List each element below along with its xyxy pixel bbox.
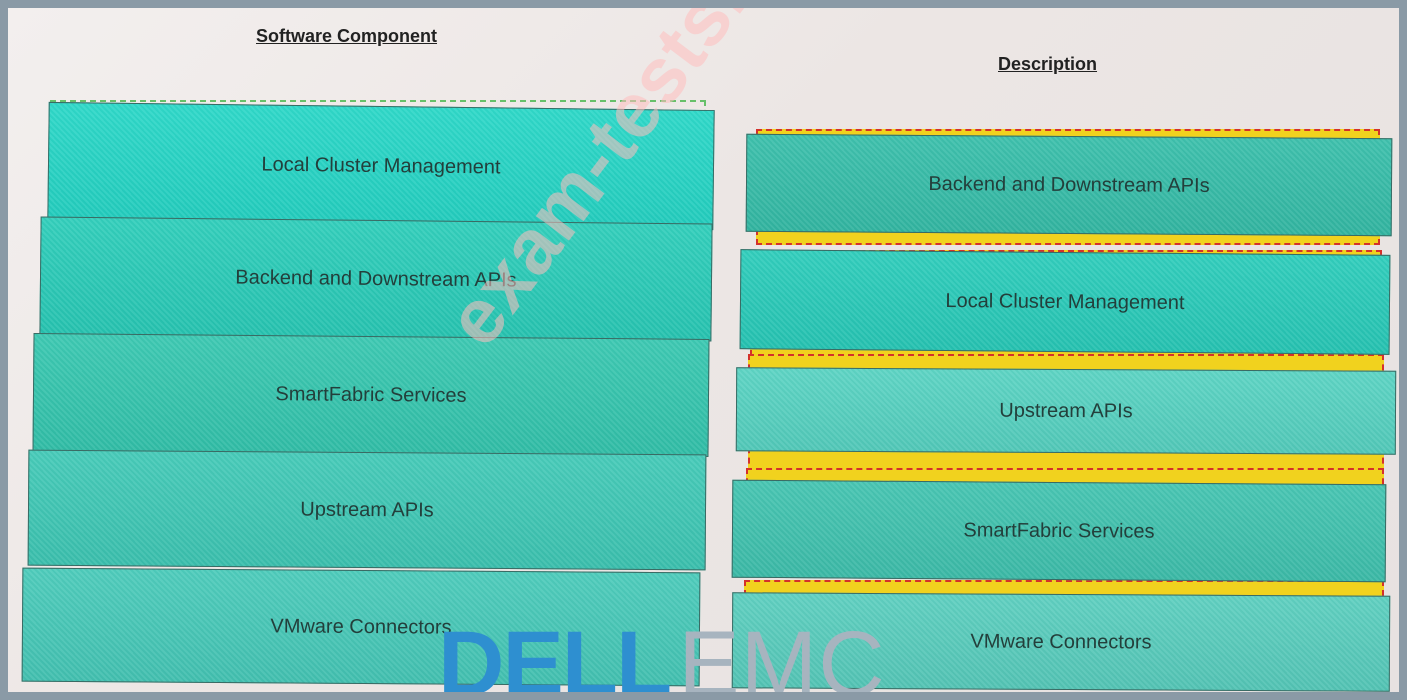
description-tile-local-cluster-management[interactable]: Local Cluster Management (739, 249, 1391, 355)
component-tile-label: Backend and Downstream APIs (235, 266, 517, 291)
description-tile-vmware-connectors[interactable]: VMware Connectors (731, 592, 1391, 692)
component-tile-local-cluster-management[interactable]: Local Cluster Management (47, 101, 715, 231)
component-tile-label: Local Cluster Management (261, 153, 501, 178)
component-tile-label: VMware Connectors (270, 614, 452, 639)
description-tile-backend-downstream-apis[interactable]: Backend and Downstream APIs (745, 133, 1393, 237)
description-tile-label: Upstream APIs (999, 399, 1133, 422)
description-tile-label: Backend and Downstream APIs (928, 172, 1210, 197)
component-tile-label: Upstream APIs (300, 498, 434, 521)
description-tile-label: Local Cluster Management (945, 289, 1185, 314)
software-component-heading: Software Component (256, 26, 438, 46)
component-tile-upstream-apis[interactable]: Upstream APIs (27, 449, 707, 571)
component-tile-smartfabric-services[interactable]: SmartFabric Services (32, 333, 710, 457)
description-tile-label: SmartFabric Services (963, 518, 1155, 543)
description-tile-label: VMware Connectors (970, 630, 1152, 653)
component-tile-backend-downstream-apis[interactable]: Backend and Downstream APIs (39, 216, 713, 342)
description-heading: Description (998, 54, 1098, 74)
description-tile-smartfabric-services[interactable]: SmartFabric Services (731, 479, 1387, 583)
component-tile-vmware-connectors[interactable]: VMware Connectors (21, 567, 701, 687)
drag-drop-question-frame: Software Component Description Local Clu… (0, 0, 1407, 700)
component-tile-label: SmartFabric Services (275, 382, 467, 407)
description-tile-upstream-apis[interactable]: Upstream APIs (735, 367, 1397, 455)
